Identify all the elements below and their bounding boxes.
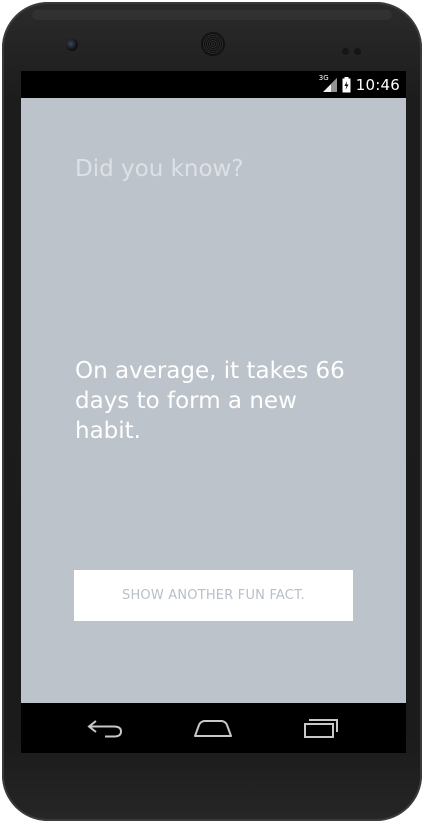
proximity-sensors — [342, 40, 366, 55]
status-bar: 3G 10:46 — [21, 71, 406, 98]
show-another-fact-button[interactable]: SHOW ANOTHER FUN FACT. — [74, 570, 353, 621]
device-screen: 3G 10:46 Did you know? On average, it ta… — [21, 71, 406, 753]
signal-icon: 3G — [318, 74, 338, 93]
home-icon — [194, 720, 232, 737]
phone-frame: 3G 10:46 Did you know? On average, it ta… — [2, 2, 422, 821]
back-icon — [87, 720, 123, 738]
status-clock: 10:46 — [355, 76, 400, 94]
fun-facts-app: Did you know? On average, it takes 66 da… — [21, 98, 406, 703]
did-you-know-heading: Did you know? — [75, 156, 244, 182]
fact-text: On average, it takes 66 days to form a n… — [75, 358, 345, 444]
navigation-bar — [21, 703, 406, 753]
battery-icon — [342, 77, 351, 93]
bezel-highlight — [32, 10, 392, 20]
network-type-label: 3G — [318, 74, 329, 82]
back-button[interactable] — [84, 713, 128, 743]
home-button[interactable] — [191, 713, 235, 743]
sensor-dot — [354, 48, 361, 55]
recents-icon — [304, 719, 338, 738]
sensor-dot — [342, 48, 349, 55]
recents-button[interactable] — [299, 713, 343, 743]
earpiece-speaker-icon — [202, 33, 224, 55]
front-camera-icon — [66, 39, 78, 51]
status-icons: 3G 10:46 — [318, 74, 400, 96]
